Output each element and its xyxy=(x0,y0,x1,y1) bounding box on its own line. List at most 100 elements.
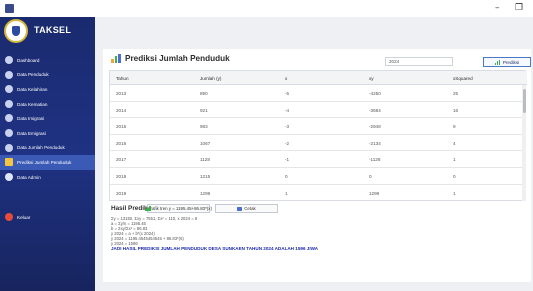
cell: 16 xyxy=(453,107,459,113)
table-row[interactable]: 2017 1128 -1 -1128 1 xyxy=(110,151,525,168)
logout-label: Keluar xyxy=(17,215,31,221)
minimize-button[interactable]: – xyxy=(495,2,500,14)
cell: 2013 xyxy=(116,91,127,96)
baby-icon xyxy=(5,85,13,94)
prediction-conclusion: JADI HASIL PREDIKSI JUMLAH PENDUDUK DESA… xyxy=(111,246,319,251)
sidebar-item-dashboard[interactable]: Dashboard xyxy=(0,53,95,68)
cell: 1 xyxy=(285,190,288,196)
page-title-text: Prediksi Jumlah Penduduk xyxy=(125,54,230,63)
cell: 1128 xyxy=(200,157,210,163)
cell: -2 xyxy=(285,140,290,146)
cell: 2019 xyxy=(116,190,127,196)
sidebar-item-data-kematian[interactable]: Data Kematian xyxy=(0,97,95,112)
table-row[interactable]: 2019 1299 1 1299 1 xyxy=(110,185,525,202)
cell: 1 xyxy=(453,157,456,163)
cell: -3 xyxy=(285,124,290,130)
print-button-label: Cetak xyxy=(244,206,256,211)
window-titlebar: – ❐ xyxy=(0,0,533,17)
chart-icon xyxy=(494,59,501,65)
table-row[interactable]: 2014 921 -4 -3684 16 xyxy=(110,102,525,119)
cell: -4250 xyxy=(369,91,381,96)
cell: 1299 xyxy=(200,190,211,196)
cell: 0 xyxy=(453,174,456,179)
table-row[interactable]: 2018 1215 0 0 0 xyxy=(110,168,525,185)
table-row[interactable]: 2013 890 -5 -4250 25 xyxy=(110,85,525,102)
sidebar-nav: Dashboard Data Penduduk Data Kelahiran D… xyxy=(0,53,95,225)
cell: 921 xyxy=(200,107,208,113)
cell: -4 xyxy=(285,107,290,113)
sidebar-item-label: Dashboard xyxy=(17,57,40,63)
table-row[interactable]: 2015 983 -3 -2948 9 xyxy=(110,118,525,135)
death-icon xyxy=(5,99,13,108)
cell: -1 xyxy=(285,157,290,163)
sidebar-item-data-penduduk[interactable]: Data Penduduk xyxy=(0,68,95,83)
logout-icon xyxy=(5,213,13,222)
restore-button[interactable]: ❐ xyxy=(515,2,523,14)
sidebar-item-label: Data Kelahiran xyxy=(17,86,48,92)
logout-button[interactable]: Keluar xyxy=(0,210,95,225)
cell: 1299 xyxy=(369,190,380,196)
sidebar-item-label: Data Imigrasi xyxy=(17,116,45,122)
header-tahun[interactable]: Tahun xyxy=(116,76,129,81)
sidebar-item-label: Data Penduduk xyxy=(17,72,49,78)
admin-icon xyxy=(5,172,13,181)
import-icon xyxy=(5,114,13,123)
cell: 0 xyxy=(285,174,288,179)
sidebar-item-prediksi[interactable]: Prediksi Jumlah Penduduk xyxy=(0,155,95,170)
sidebar-item-data-imigrasi[interactable]: Data Imigrasi xyxy=(0,111,95,126)
cell: 9 xyxy=(453,124,456,130)
sidebar-item-data-kelahiran[interactable]: Data Kelahiran xyxy=(0,82,95,97)
cell: -2134 xyxy=(369,140,381,146)
cell: 1215 xyxy=(200,174,211,179)
sidebar-item-label: Data Jumlah Penduduk xyxy=(17,145,65,151)
cell: 983 xyxy=(200,124,208,130)
cell: 25 xyxy=(453,91,459,96)
sidebar: TAKSEL Dashboard Data Penduduk Data Kela… xyxy=(0,17,95,291)
brand-name: TAKSEL xyxy=(34,25,72,35)
population-icon xyxy=(5,143,13,152)
logo-emblem xyxy=(4,19,28,43)
cell: 2014 xyxy=(116,107,127,113)
table-header: Tahun Jumlah (y) x xy xSquared xyxy=(110,71,527,85)
cell: 2017 xyxy=(116,157,127,163)
cell: -2948 xyxy=(369,124,381,130)
export-icon xyxy=(5,128,13,137)
cell: -5 xyxy=(285,91,290,96)
predict-button[interactable]: Prediksi xyxy=(483,57,531,67)
sidebar-item-label: Prediksi Jumlah Penduduk xyxy=(17,159,72,165)
predict-button-label: Prediksi xyxy=(502,59,520,65)
sidebar-item-data-jumlah-penduduk[interactable]: Data Jumlah Penduduk xyxy=(0,141,95,156)
scrollbar-thumb[interactable] xyxy=(522,89,526,113)
table-row[interactable]: 2016 1067 -2 -2134 4 xyxy=(110,135,525,152)
app-icon xyxy=(5,4,14,13)
sidebar-item-data-emigrasi[interactable]: Data Emigrasi xyxy=(0,126,95,141)
trend-graph-button[interactable]: Grafik tren y = 1195.45+86.83*(x) xyxy=(145,204,212,213)
trend-graph-button-label: Grafik tren y = 1195.45+86.83*(x) xyxy=(147,206,212,211)
cell: 1067 xyxy=(200,140,211,146)
sidebar-item-label: Data Emigrasi xyxy=(17,130,46,136)
header-jumlah[interactable]: Jumlah (y) xyxy=(200,76,221,81)
year-input[interactable] xyxy=(385,57,453,66)
cell: 2015 xyxy=(116,124,127,130)
header-xsquared[interactable]: xSquared xyxy=(453,76,473,81)
cell: 0 xyxy=(369,174,372,179)
people-icon xyxy=(5,70,13,79)
sidebar-item-label: Data Admin xyxy=(17,174,41,180)
page-title: Prediksi Jumlah Penduduk xyxy=(111,54,230,63)
cell: 890 xyxy=(200,91,208,96)
dashboard-icon xyxy=(5,56,13,64)
sidebar-item-data-admin[interactable]: Data Admin xyxy=(0,170,95,185)
table-scrollbar[interactable] xyxy=(522,85,526,201)
cell: 1 xyxy=(453,190,456,196)
cell: 4 xyxy=(453,140,456,146)
chart-icon xyxy=(5,158,13,167)
cell: 2018 xyxy=(116,174,127,179)
header-x[interactable]: x xyxy=(285,76,287,81)
printer-icon xyxy=(237,206,243,211)
cell: 2016 xyxy=(116,140,127,146)
print-button[interactable]: Cetak xyxy=(215,204,278,213)
data-table: Tahun Jumlah (y) x xy xSquared 2013 890 … xyxy=(109,70,527,202)
chart-icon xyxy=(111,54,121,63)
cell: -1128 xyxy=(369,157,381,163)
header-xy[interactable]: xy xyxy=(369,76,374,81)
